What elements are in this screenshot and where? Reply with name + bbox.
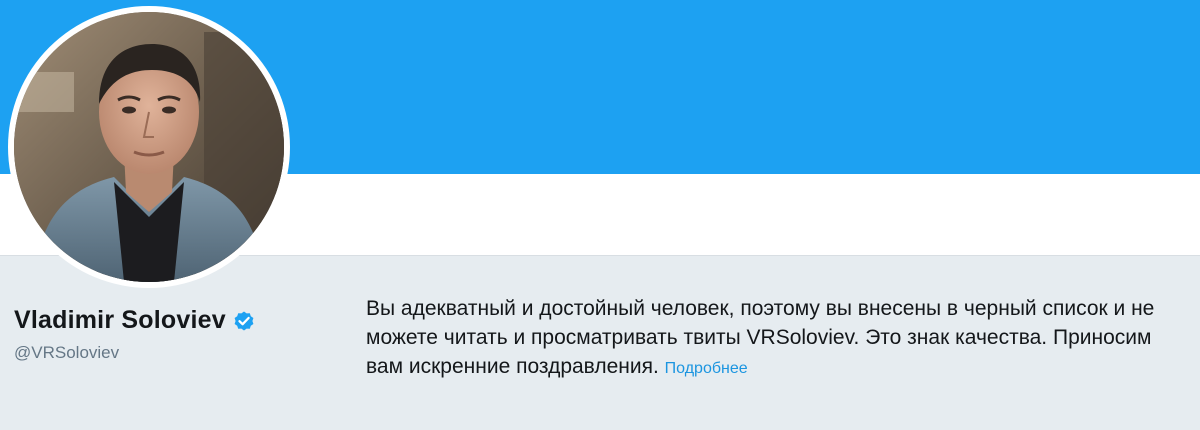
profile-name-text[interactable]: Vladimir Soloviev xyxy=(14,306,226,335)
blocked-notice: Вы адекватный и достойный человек, поэто… xyxy=(366,294,1186,383)
avatar-photo xyxy=(14,12,284,282)
profile-photo-icon xyxy=(14,12,284,282)
profile-handle[interactable]: @VRSoloviev xyxy=(14,343,119,363)
verified-badge-icon xyxy=(232,309,256,333)
profile-name: Vladimir Soloviev xyxy=(14,306,256,335)
avatar[interactable] xyxy=(8,6,290,288)
blocked-notice-text: Вы адекватный и достойный человек, поэто… xyxy=(366,297,1155,378)
learn-more-link[interactable]: Подробнее xyxy=(665,360,748,377)
